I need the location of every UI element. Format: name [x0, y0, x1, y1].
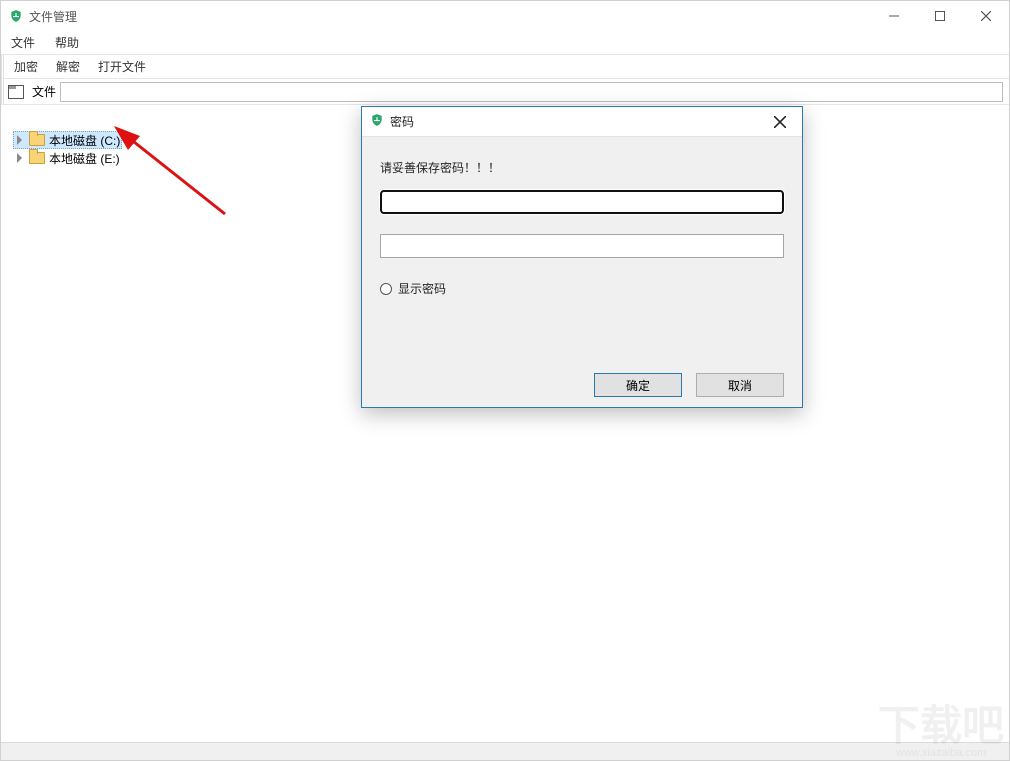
status-bar [1, 742, 1009, 760]
encrypt-button[interactable]: 加密 [10, 56, 42, 77]
path-input[interactable] [60, 82, 1003, 102]
tree-item-label: 本地磁盘 (C:) [49, 132, 120, 149]
cancel-button-label: 取消 [728, 377, 752, 394]
maximize-button[interactable] [917, 1, 963, 31]
show-password-row[interactable]: 显示密码 [380, 280, 784, 297]
toolbar: 加密 解密 打开文件 [1, 55, 1009, 79]
dialog-close-button[interactable] [758, 107, 802, 137]
tree-item-label: 本地磁盘 (E:) [49, 150, 120, 167]
minimize-button[interactable] [871, 1, 917, 31]
ok-button[interactable]: 确定 [594, 373, 682, 397]
shield-icon [9, 9, 23, 23]
close-button[interactable] [963, 1, 1009, 31]
decrypt-button[interactable]: 解密 [52, 56, 84, 77]
folder-icon [29, 152, 45, 164]
dialog-titlebar: 密码 [362, 107, 802, 137]
shield-icon [370, 113, 384, 130]
tree-item-drive-c[interactable]: 本地磁盘 (C:) [13, 131, 122, 149]
dialog-title: 密码 [390, 113, 414, 130]
dialog-message: 请妥善保存密码！！！ [380, 159, 784, 176]
password-dialog: 密码 请妥善保存密码！！！ 显示密码 确定 取消 [361, 106, 803, 408]
chevron-right-icon[interactable] [15, 135, 25, 145]
menu-help[interactable]: 帮助 [51, 32, 83, 53]
menu-file[interactable]: 文件 [7, 32, 39, 53]
path-bar: 文件 [1, 79, 1009, 105]
chevron-right-icon[interactable] [15, 153, 25, 163]
folder-icon [29, 134, 45, 146]
radio-icon[interactable] [380, 283, 392, 295]
menubar: 文件 帮助 [1, 31, 1009, 55]
cancel-button[interactable]: 取消 [696, 373, 784, 397]
dialog-button-row: 确定 取消 [380, 373, 784, 397]
dialog-body: 请妥善保存密码！！！ 显示密码 确定 取消 [362, 137, 802, 407]
file-icon [8, 85, 24, 99]
ok-button-label: 确定 [626, 377, 650, 394]
password-input-2[interactable] [380, 234, 784, 258]
titlebar: 文件管理 [1, 1, 1009, 31]
open-file-button[interactable]: 打开文件 [94, 56, 150, 77]
path-label: 文件 [32, 83, 56, 100]
window-title: 文件管理 [29, 8, 77, 25]
show-password-label: 显示密码 [398, 280, 446, 297]
password-input-1[interactable] [380, 190, 784, 214]
